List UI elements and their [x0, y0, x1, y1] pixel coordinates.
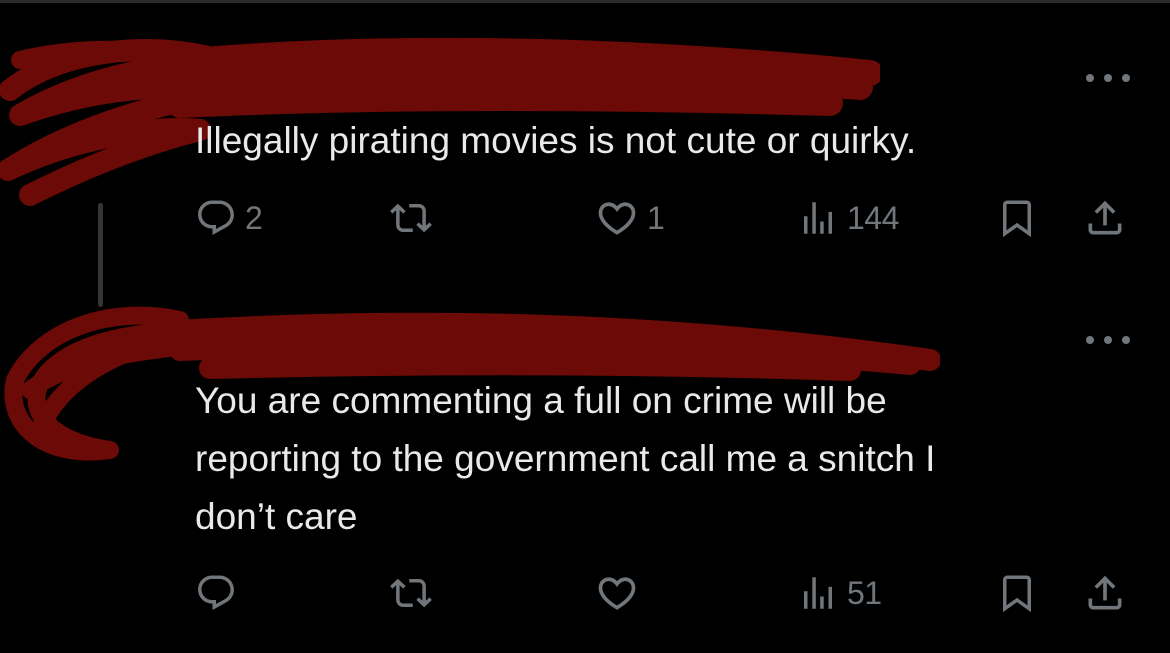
more-dot	[1122, 74, 1130, 82]
views-button[interactable]: 144	[797, 192, 899, 244]
bookmark-icon	[996, 572, 1038, 614]
tweet-2[interactable]: You are commenting a full on crime will …	[0, 300, 1170, 653]
tweet-action-bar: 2 1 144	[0, 192, 1170, 244]
reply-count: 2	[245, 199, 263, 236]
retweet-icon	[390, 572, 432, 614]
more-dot	[1122, 336, 1130, 344]
more-dot	[1086, 74, 1094, 82]
heart-icon	[595, 196, 639, 240]
retweet-button[interactable]	[390, 192, 440, 244]
tweet-text: You are commenting a full on crime will …	[195, 380, 936, 537]
view-count: 51	[847, 574, 882, 611]
reply-icon	[195, 197, 237, 239]
share-button[interactable]	[1083, 567, 1127, 619]
more-options-button[interactable]	[1086, 68, 1130, 88]
like-button[interactable]: 1	[595, 192, 665, 244]
bookmark-button[interactable]	[996, 192, 1038, 244]
more-dot	[1086, 336, 1094, 344]
reply-icon	[195, 572, 237, 614]
tweet-1[interactable]: Illegally pirating movies is not cute or…	[0, 0, 1170, 300]
heart-icon	[595, 571, 639, 615]
share-icon	[1083, 196, 1127, 240]
bookmark-button[interactable]	[996, 567, 1038, 619]
like-count: 1	[647, 199, 665, 236]
reply-button[interactable]	[195, 567, 245, 619]
views-icon	[797, 197, 839, 239]
more-options-button[interactable]	[1086, 330, 1130, 350]
share-button[interactable]	[1083, 192, 1127, 244]
tweet-action-bar: 51	[0, 567, 1170, 619]
retweet-icon	[390, 197, 432, 239]
bookmark-icon	[996, 197, 1038, 239]
reply-button[interactable]: 2	[195, 192, 263, 244]
more-dot	[1104, 336, 1112, 344]
view-count: 144	[847, 199, 899, 236]
views-icon	[797, 572, 839, 614]
like-button[interactable]	[595, 567, 647, 619]
retweet-button[interactable]	[390, 567, 440, 619]
share-icon	[1083, 571, 1127, 615]
more-dot	[1104, 74, 1112, 82]
views-button[interactable]: 51	[797, 567, 882, 619]
tweet-text: Illegally pirating movies is not cute or…	[195, 120, 917, 161]
